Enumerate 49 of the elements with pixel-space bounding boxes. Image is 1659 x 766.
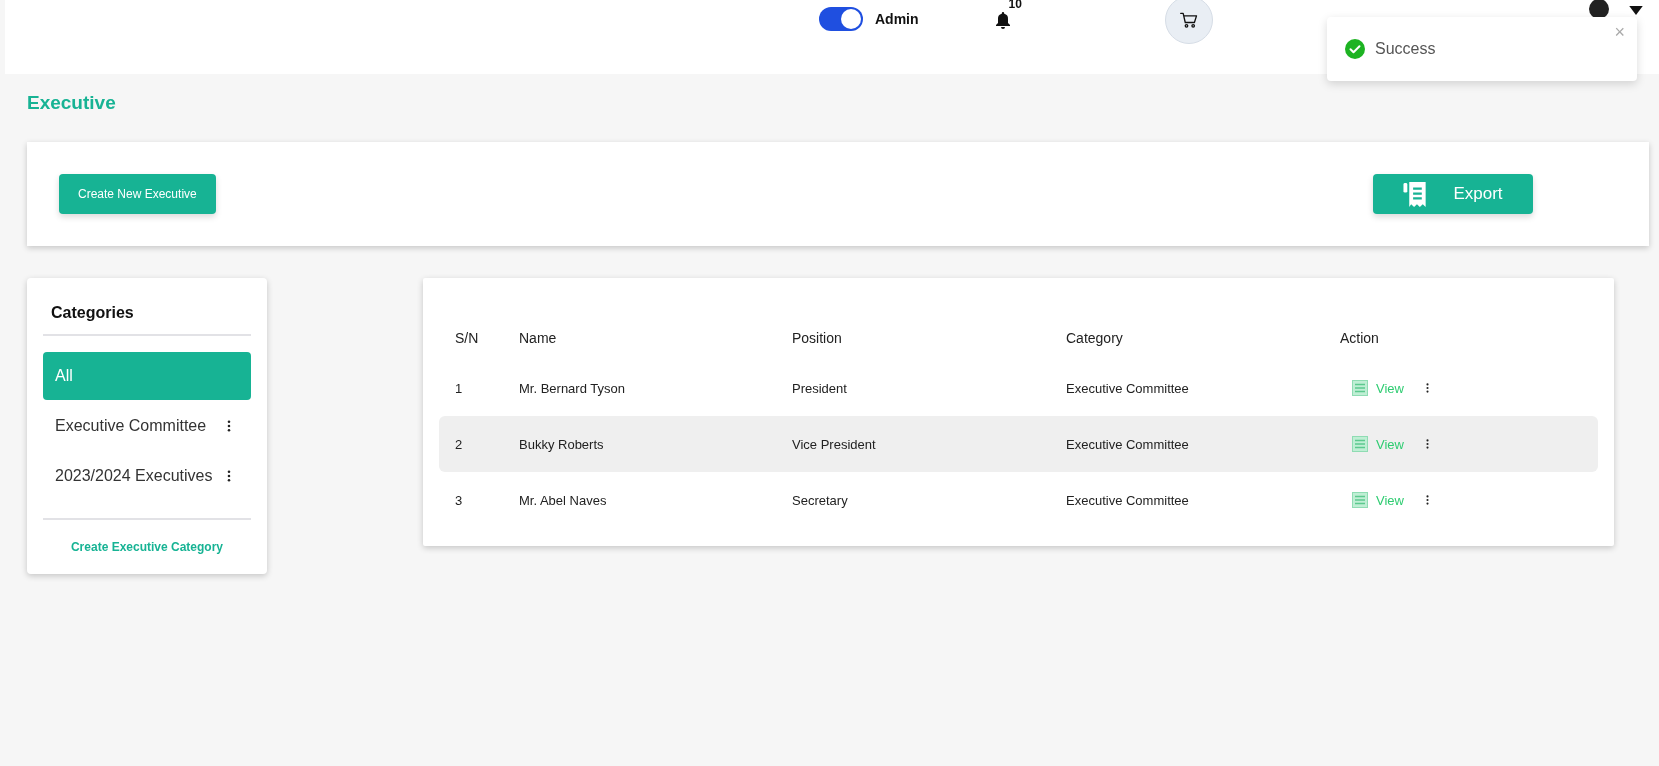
admin-toggle[interactable] xyxy=(819,7,863,31)
toast-message: Success xyxy=(1375,40,1436,58)
cart-button[interactable] xyxy=(1164,0,1213,44)
close-button[interactable]: × xyxy=(1610,23,1629,41)
column-header: S/N xyxy=(455,330,480,346)
more-icon[interactable] xyxy=(1425,383,1429,393)
category-item[interactable]: 2023/2024 Executives xyxy=(43,452,251,500)
export-button[interactable]: Export xyxy=(1373,174,1533,214)
more-icon[interactable] xyxy=(1425,439,1429,449)
list-icon xyxy=(1352,436,1368,452)
table-cell-text: Secretary xyxy=(792,492,849,508)
table-row[interactable]: 1 Mr. Bernard Tyson President Executive Committee View xyxy=(439,360,1598,416)
table-cell-text: Mr. Bernard Tyson xyxy=(519,380,626,396)
table-cell-text: 3 xyxy=(455,492,464,508)
table-cell-text: Executive Committee xyxy=(1066,492,1190,508)
table-cell-text: Bukky Roberts xyxy=(519,436,605,452)
column-header: Name xyxy=(519,330,558,346)
more-icon[interactable] xyxy=(1425,495,1429,505)
category-item[interactable]: All xyxy=(43,352,251,400)
more-icon[interactable] xyxy=(227,470,231,482)
table-cell-text: Mr. Abel Naves xyxy=(519,492,608,508)
bell-icon[interactable] xyxy=(994,11,1011,29)
create-button[interactable]: Create New Executive xyxy=(59,174,216,214)
table-cell-text: Executive Committee xyxy=(1066,380,1190,396)
column-header: Category xyxy=(1066,330,1124,346)
view-link[interactable]: View xyxy=(1352,380,1404,396)
table-cell-text: President xyxy=(792,380,848,396)
column-header: Position xyxy=(792,330,843,346)
table-cell-text: Executive Committee xyxy=(1066,436,1190,452)
table-row[interactable]: 2 Bukky Roberts Vice President Executive Committee View xyxy=(439,416,1598,472)
table-cell-text: 1 xyxy=(455,380,464,396)
table-cell-text: Vice President xyxy=(792,436,877,452)
toggle-label: Admin xyxy=(875,11,919,27)
categories-title: Categories xyxy=(43,278,251,336)
page-title: Executive xyxy=(27,92,117,114)
create-category-link[interactable]: Create Executive Category xyxy=(43,540,251,554)
caret-icon[interactable] xyxy=(1628,5,1643,15)
column-header: Action xyxy=(1340,330,1380,346)
list-icon xyxy=(1352,380,1368,396)
notification-count: 10 xyxy=(1008,0,1022,11)
cart-icon xyxy=(1178,10,1199,30)
list-icon xyxy=(1352,492,1368,508)
table-cell-text: 2 xyxy=(455,436,464,452)
more-icon[interactable] xyxy=(227,420,231,432)
category-item[interactable]: Executive Committee xyxy=(43,402,251,450)
table-row[interactable]: 3 Mr. Abel Naves Secretary Executive Committee View xyxy=(439,472,1598,528)
view-link[interactable]: View xyxy=(1352,436,1404,452)
check-icon xyxy=(1345,39,1365,59)
view-link[interactable]: View xyxy=(1352,492,1404,508)
